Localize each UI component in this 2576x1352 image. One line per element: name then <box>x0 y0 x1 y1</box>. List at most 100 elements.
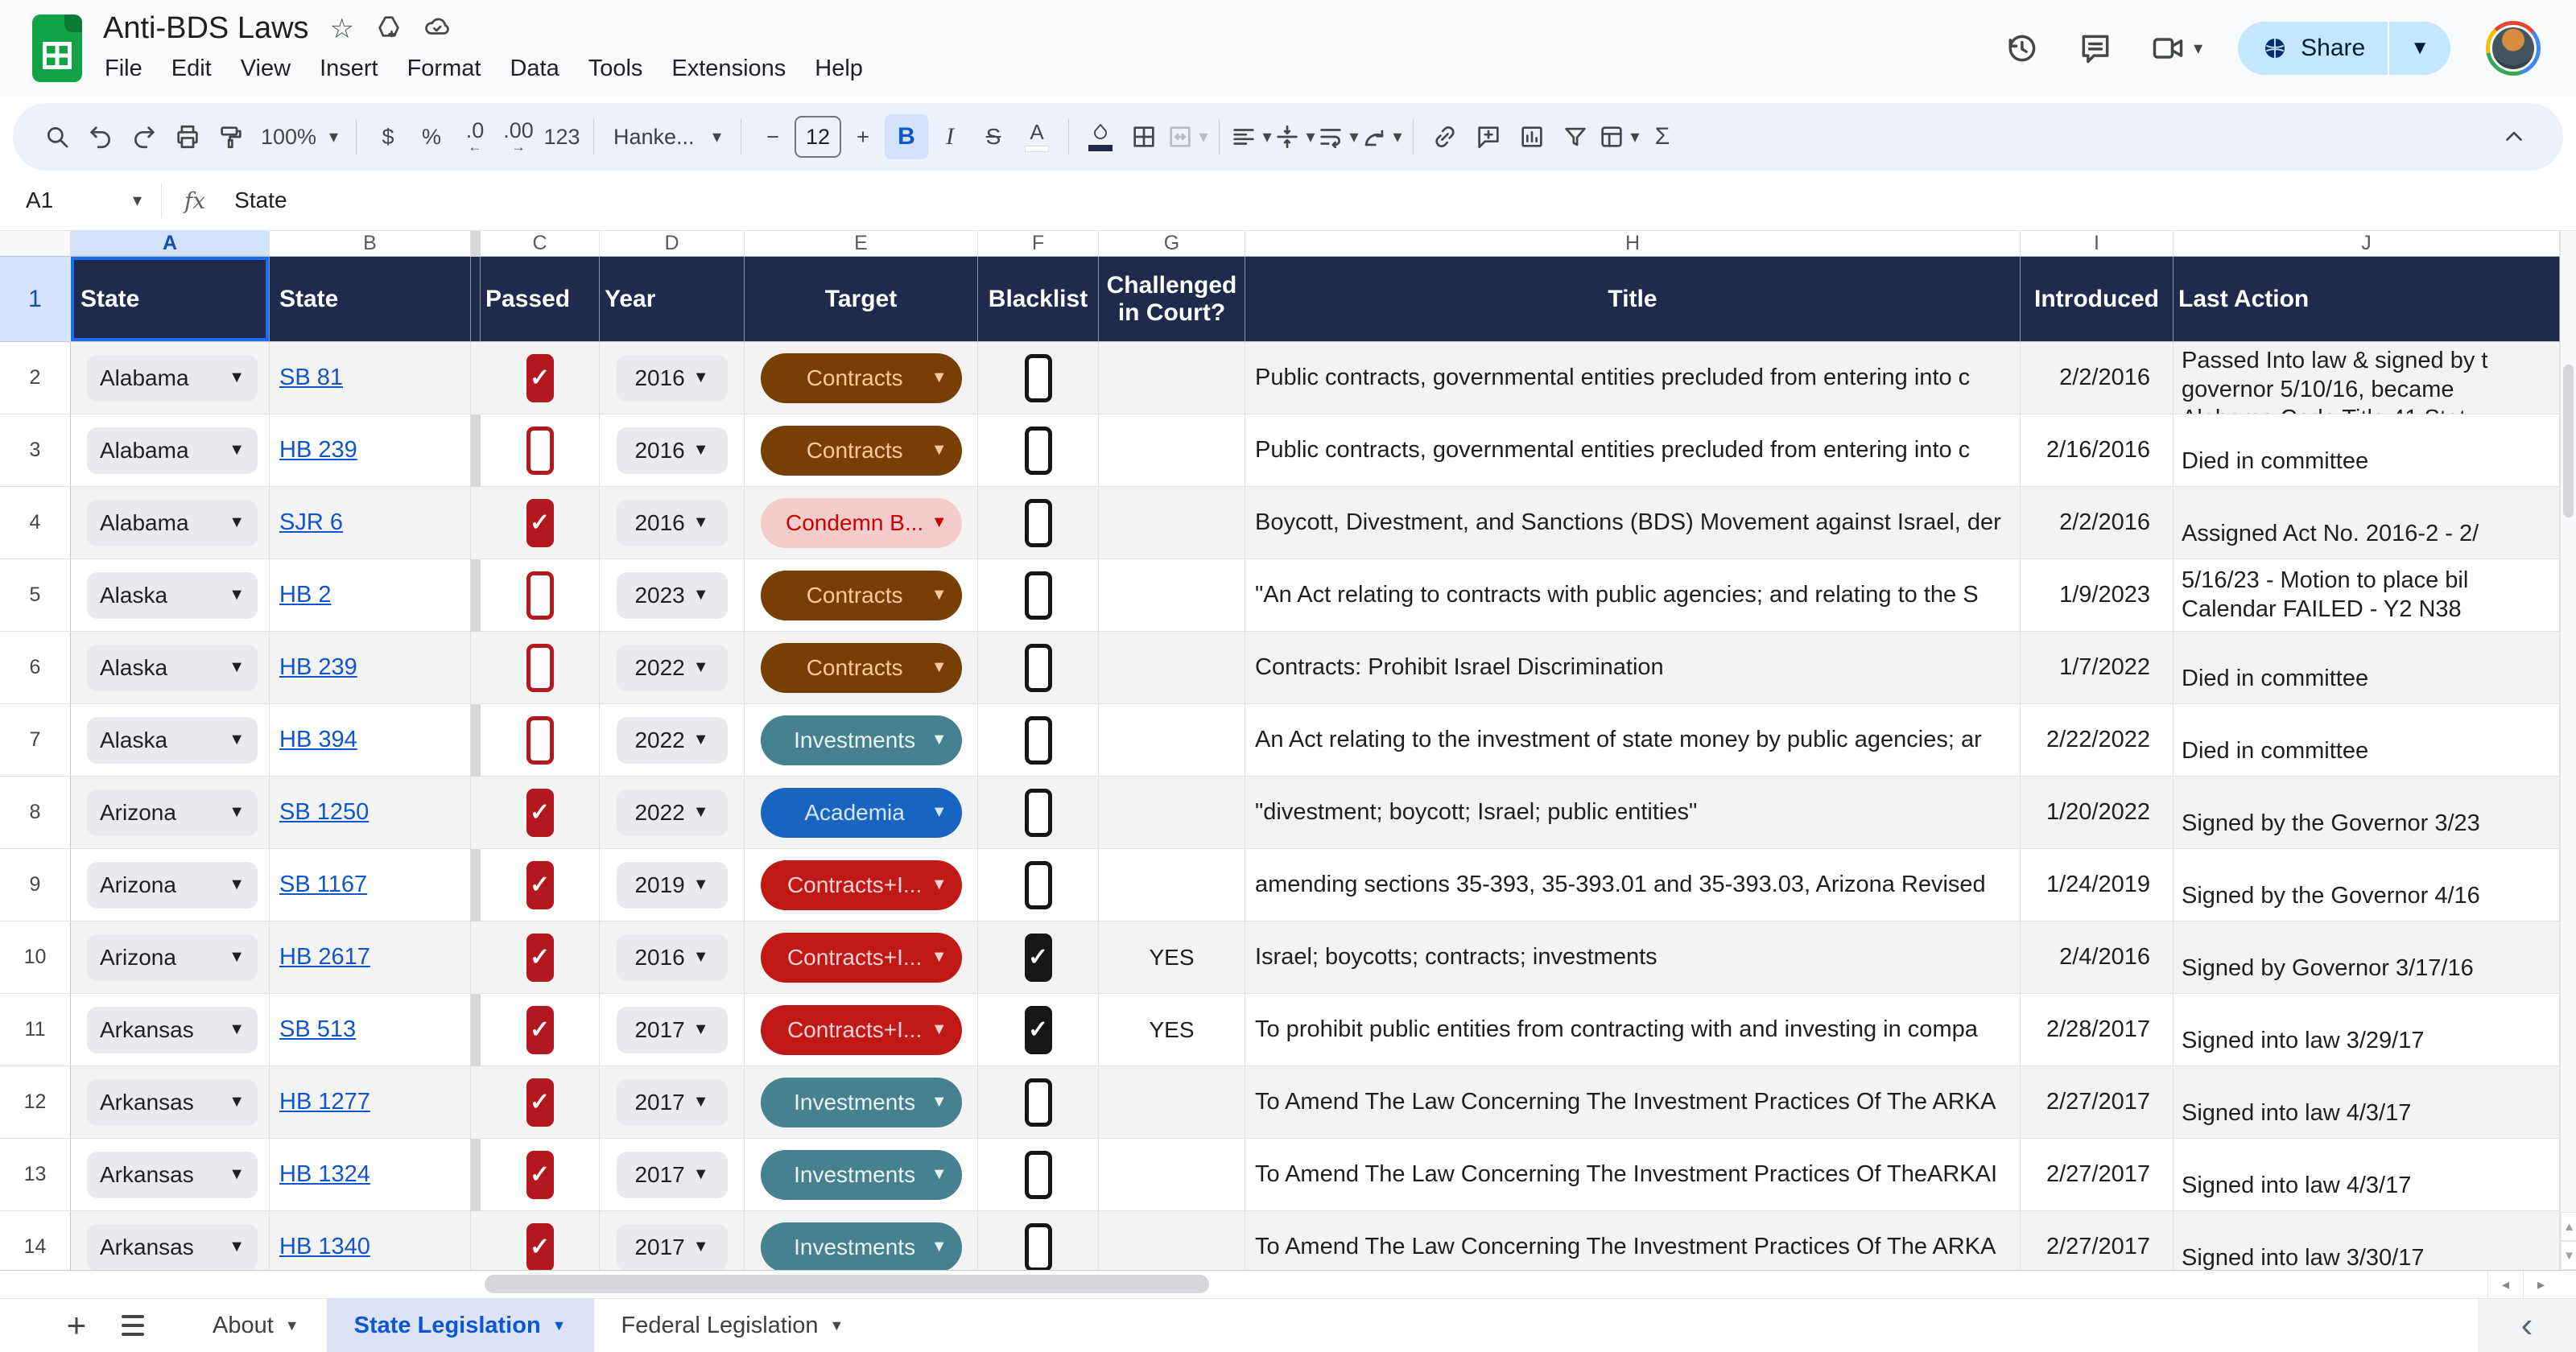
increase-font-size-button[interactable]: + <box>841 114 885 159</box>
cell-title[interactable]: An Act relating to the investment of sta… <box>1245 704 2021 777</box>
passed-checkbox[interactable]: ✓ <box>526 934 554 982</box>
cell-last-action[interactable]: Signed into law 3/30/17 <box>2174 1211 2560 1270</box>
text-color-button[interactable]: A <box>1015 114 1059 159</box>
cell-state[interactable]: Arkansas▼ <box>71 1139 270 1211</box>
row-number[interactable]: 2 <box>0 342 71 414</box>
state-dropdown-chip[interactable]: Arizona▼ <box>87 934 258 981</box>
cell-state[interactable]: Alabama▼ <box>71 342 270 414</box>
passed-checkbox[interactable] <box>526 716 554 765</box>
cell-blacklist[interactable] <box>978 559 1099 632</box>
cell-state[interactable]: Arkansas▼ <box>71 994 270 1066</box>
frozen-pane-divider[interactable] <box>471 777 481 849</box>
state-dropdown-chip[interactable]: Arkansas▼ <box>87 1007 258 1053</box>
cell-passed[interactable] <box>481 632 600 704</box>
blacklist-checkbox[interactable] <box>1025 789 1052 837</box>
cell-introduced[interactable]: 2/4/2016 <box>2021 921 2174 994</box>
print-icon[interactable] <box>166 114 209 159</box>
cell-introduced[interactable]: 2/27/2017 <box>2021 1066 2174 1139</box>
frozen-pane-divider[interactable] <box>471 1139 481 1211</box>
row-number[interactable]: 9 <box>0 849 71 921</box>
cell-target[interactable]: Contracts▼ <box>745 342 978 414</box>
frozen-pane-divider[interactable] <box>471 257 481 342</box>
bill-link[interactable]: HB 239 <box>279 437 357 464</box>
increase-decimals-button[interactable]: .00→ <box>497 114 540 159</box>
header-cell-B[interactable]: State <box>270 257 471 342</box>
cell-bill[interactable]: HB 2617 <box>270 921 471 994</box>
column-header-J[interactable]: J <box>2174 231 2560 257</box>
cell-introduced[interactable]: 1/7/2022 <box>2021 632 2174 704</box>
vertical-scrollbar[interactable]: ▲ ▼ <box>2560 231 2576 1270</box>
passed-checkbox[interactable]: ✓ <box>526 1006 554 1054</box>
cell-blacklist[interactable]: ✓ <box>978 921 1099 994</box>
cell-bill[interactable]: SB 513 <box>270 994 471 1066</box>
cell-title[interactable]: amending sections 35-393, 35-393.01 and … <box>1245 849 2021 921</box>
cell-year[interactable]: 2023▼ <box>600 559 745 632</box>
cell-challenged[interactable]: YES <box>1099 921 1245 994</box>
frozen-pane-divider[interactable] <box>471 487 481 559</box>
target-dropdown-pill[interactable]: Condemn B...▼ <box>761 498 962 548</box>
select-all-corner[interactable] <box>0 231 71 257</box>
passed-checkbox[interactable]: ✓ <box>526 1151 554 1199</box>
bill-link[interactable]: HB 2 <box>279 582 331 608</box>
cell-last-action[interactable]: Assigned Act No. 2016-2 - 2/ <box>2174 487 2560 559</box>
blacklist-checkbox[interactable] <box>1025 861 1052 909</box>
target-dropdown-pill[interactable]: Contracts▼ <box>761 571 962 620</box>
star-icon[interactable]: ☆ <box>330 15 354 43</box>
cell-challenged[interactable] <box>1099 632 1245 704</box>
cell-target[interactable]: Investments▼ <box>745 1211 978 1270</box>
insert-link-icon[interactable] <box>1423 114 1467 159</box>
frozen-pane-divider[interactable] <box>471 231 481 257</box>
cell-passed[interactable] <box>481 559 600 632</box>
cell-title[interactable]: Contracts: Prohibit Israel Discriminatio… <box>1245 632 2021 704</box>
cell-last-action[interactable]: Signed into law 3/29/17 <box>2174 994 2560 1066</box>
insert-chart-icon[interactable] <box>1510 114 1554 159</box>
cell-passed[interactable]: ✓ <box>481 849 600 921</box>
cell-state[interactable]: Arizona▼ <box>71 777 270 849</box>
sheet-tab-state-legislation[interactable]: State Legislation▼ <box>327 1299 594 1352</box>
cell-passed[interactable]: ✓ <box>481 1139 600 1211</box>
row-number[interactable]: 12 <box>0 1066 71 1139</box>
cell-passed[interactable] <box>481 414 600 487</box>
cell-introduced[interactable]: 2/2/2016 <box>2021 487 2174 559</box>
cell-blacklist[interactable] <box>978 1139 1099 1211</box>
state-dropdown-chip[interactable]: Alabama▼ <box>87 500 258 546</box>
share-button[interactable]: Share ▼ <box>2238 22 2450 75</box>
cell-passed[interactable]: ✓ <box>481 921 600 994</box>
cell-passed[interactable]: ✓ <box>481 487 600 559</box>
cell-blacklist[interactable] <box>978 632 1099 704</box>
cell-blacklist[interactable] <box>978 704 1099 777</box>
cell-title[interactable]: Public contracts, governmental entities … <box>1245 414 2021 487</box>
undo-icon[interactable] <box>79 114 122 159</box>
cell-bill[interactable]: SJR 6 <box>270 487 471 559</box>
sheet-tab-about[interactable]: About▼ <box>185 1299 327 1352</box>
passed-checkbox[interactable] <box>526 571 554 620</box>
column-header-B[interactable]: B <box>270 231 471 257</box>
column-header-I[interactable]: I <box>2021 231 2174 257</box>
cell-title[interactable]: Boycott, Divestment, and Sanctions (BDS)… <box>1245 487 2021 559</box>
header-cell-H[interactable]: Title <box>1245 257 2021 342</box>
header-cell-G[interactable]: Challenged in Court? <box>1099 257 1245 342</box>
cell-challenged[interactable]: YES <box>1099 994 1245 1066</box>
cell-blacklist[interactable] <box>978 777 1099 849</box>
blacklist-checkbox[interactable] <box>1025 644 1052 692</box>
target-dropdown-pill[interactable]: Investments▼ <box>761 715 962 765</box>
horizontal-scrollbar-thumb[interactable] <box>485 1275 1209 1293</box>
target-dropdown-pill[interactable]: Contracts+I...▼ <box>761 1005 962 1055</box>
year-dropdown-chip[interactable]: 2016▼ <box>617 427 728 474</box>
cell-blacklist[interactable] <box>978 1211 1099 1270</box>
cell-introduced[interactable]: 2/27/2017 <box>2021 1139 2174 1211</box>
cell-title[interactable]: To prohibit public entities from contrac… <box>1245 994 2021 1066</box>
menu-item-help[interactable]: Help <box>800 52 877 85</box>
cell-bill[interactable]: HB 239 <box>270 414 471 487</box>
target-dropdown-pill[interactable]: Investments▼ <box>761 1150 962 1200</box>
target-dropdown-pill[interactable]: Contracts▼ <box>761 643 962 693</box>
cell-target[interactable]: Academia▼ <box>745 777 978 849</box>
target-dropdown-pill[interactable]: Contracts+I...▼ <box>761 860 962 910</box>
cell-bill[interactable]: HB 1340 <box>270 1211 471 1270</box>
strikethrough-button[interactable]: S <box>972 114 1015 159</box>
row-number[interactable]: 7 <box>0 704 71 777</box>
cell-state[interactable]: Alabama▼ <box>71 414 270 487</box>
year-dropdown-chip[interactable]: 2022▼ <box>617 717 728 764</box>
document-title[interactable]: Anti-BDS Laws <box>103 11 309 46</box>
state-dropdown-chip[interactable]: Arkansas▼ <box>87 1224 258 1271</box>
